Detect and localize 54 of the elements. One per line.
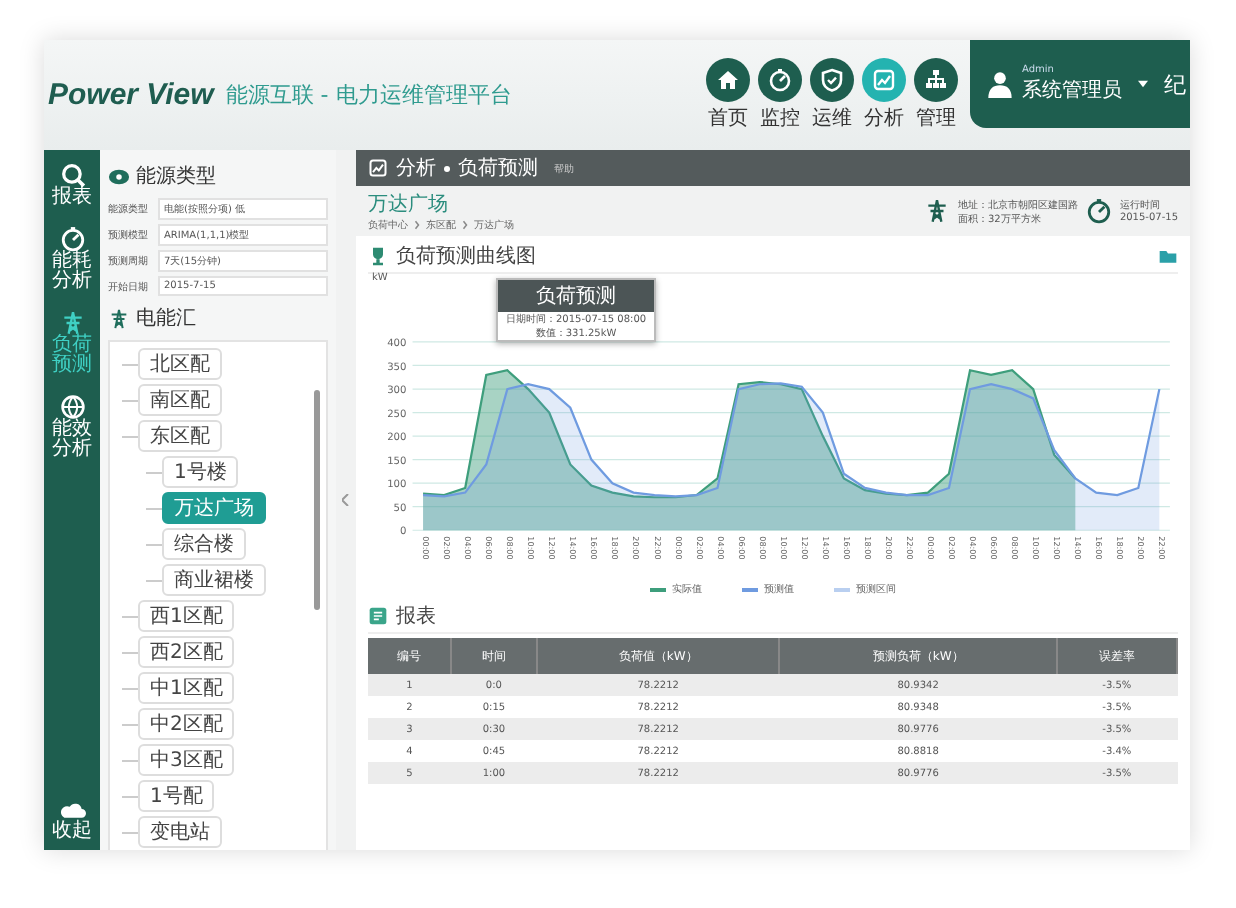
chevron-icon [414, 220, 420, 230]
tree-node[interactable]: 商业裙楼 [162, 564, 266, 596]
hierarchy-icon [924, 68, 948, 92]
breadcrumb-item[interactable]: 负荷预测 [458, 154, 538, 182]
section-title: 能源类型 [136, 163, 216, 190]
power-tower-icon [59, 309, 85, 335]
platform-title: 能源互联 - 电力运维管理平台 [225, 80, 512, 110]
user-extra: 纪 [1164, 69, 1186, 99]
user-name: 系统管理员 [1022, 77, 1122, 104]
tree-node[interactable]: 1号配 [138, 780, 215, 812]
breadcrumb-item[interactable]: 分析 [396, 154, 436, 182]
tree-node[interactable]: 中1区配 [138, 672, 235, 704]
panel-title: 负荷预测曲线图 [396, 243, 536, 270]
chevron-icon [462, 220, 468, 230]
gauge-icon [59, 225, 85, 251]
chart-icon [368, 158, 388, 178]
collapse-button[interactable]: 收起 [52, 795, 92, 842]
scrollbar[interactable] [314, 390, 320, 610]
tree-node[interactable]: 北区配 [138, 348, 222, 380]
rail-button[interactable]: 负荷预测 [52, 309, 92, 377]
search-icon [59, 162, 85, 188]
section-title: 电能汇 [136, 305, 196, 332]
power-tower-icon [923, 198, 950, 224]
gauge-icon [768, 68, 792, 92]
tree-node[interactable]: 南区配 [138, 384, 222, 416]
caret-icon[interactable] [1138, 80, 1148, 88]
tree-node[interactable]: 变电站 [138, 816, 222, 848]
home-icon [716, 68, 740, 92]
tree-node[interactable]: 1号楼 [162, 456, 239, 488]
globe-icon [59, 393, 85, 419]
tree-node[interactable]: 西2区配 [138, 636, 235, 668]
site-name: 万达广场 [368, 191, 450, 218]
chart-icon [872, 68, 896, 92]
rail-button[interactable]: 能耗分析 [52, 225, 92, 293]
gauge-icon [1085, 198, 1112, 224]
tree-node[interactable]: 东区配 [138, 420, 222, 452]
trophy-icon [368, 246, 388, 266]
power-tower-icon [108, 307, 130, 329]
tree-node[interactable]: 西1区配 [138, 600, 235, 632]
report-icon [368, 606, 388, 626]
shield-icon [820, 68, 844, 92]
rail-button[interactable]: 能效分析 [52, 393, 92, 461]
folder-icon[interactable] [1158, 246, 1178, 266]
avatar-icon [986, 70, 1014, 98]
logo: Power View [48, 78, 214, 112]
tree-node[interactable]: 中3区配 [138, 744, 235, 776]
tree-node[interactable]: 综合楼 [162, 528, 246, 560]
tooltip-title: 负荷预测 [498, 280, 655, 312]
rail-button[interactable]: 报表 [52, 162, 92, 209]
separator-icon [444, 165, 450, 171]
tree-node[interactable]: 中2区配 [138, 708, 235, 740]
panel-title: 报表 [396, 603, 436, 630]
tag-icon [108, 165, 130, 187]
chevron-icon[interactable] [342, 494, 350, 506]
